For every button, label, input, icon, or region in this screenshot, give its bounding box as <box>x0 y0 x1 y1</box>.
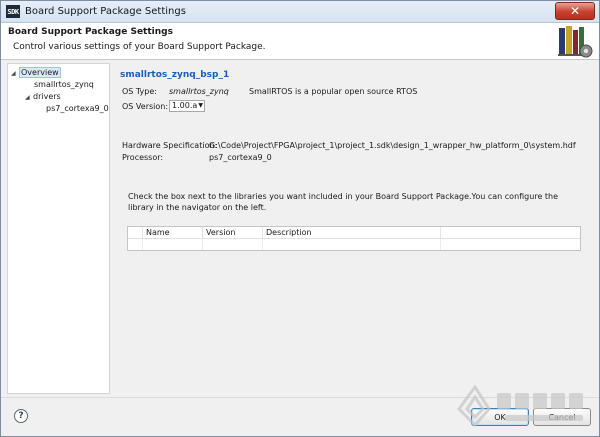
column-header-description[interactable]: Description <box>262 227 440 239</box>
cancel-button[interactable]: Cancel <box>533 408 591 426</box>
hw-spec-label: Hardware Specification: <box>122 141 218 150</box>
processor-value: ps7_cortexa9_0 <box>209 153 272 162</box>
tree-item-label: drivers <box>33 92 61 101</box>
window-title: Board Support Package Settings <box>25 6 186 17</box>
ok-button-label: OK <box>494 412 506 422</box>
app-icon-text: SDK <box>7 7 19 16</box>
tree-item-label: ps7_cortexa9_0 <box>46 104 109 113</box>
column-header-name[interactable]: Name <box>142 227 202 239</box>
os-type-value: smallrtos_zynq <box>169 87 229 96</box>
navigator-tree: ◢ Overview smallrtos_zynq ◢ drivers ps7_co… <box>7 63 110 394</box>
tree-item-drivers[interactable]: ◢ drivers <box>25 91 61 103</box>
chevron-down-icon: ▼ <box>198 102 203 109</box>
close-icon: ✕ <box>569 4 581 18</box>
bsp-name-heading: smallrtos_zynq_bsp_1 <box>120 70 230 80</box>
dialog-content: ◢ Overview smallrtos_zynq ◢ drivers ps7_co… <box>1 61 599 397</box>
close-button[interactable]: ✕ <box>555 2 595 20</box>
libraries-table: Name Version Description <box>127 226 581 251</box>
libraries-hint: Check the box next to the libraries you … <box>128 192 559 212</box>
tree-item-label: smallrtos_zynq <box>34 80 94 89</box>
ok-button[interactable]: OK <box>471 408 529 426</box>
help-icon: ? <box>18 411 24 421</box>
column-header-version[interactable]: Version <box>202 227 262 239</box>
hw-spec-value: G:\Code\Project\FPGA\project_1\project_1… <box>209 141 576 150</box>
tree-item-smallrtos-zynq[interactable]: smallrtos_zynq <box>34 79 94 91</box>
expand-arrow-icon[interactable]: ◢ <box>11 68 19 80</box>
overview-panel: smallrtos_zynq_bsp_1 OS Type: smallrtos_… <box>113 61 597 397</box>
tree-item-overview[interactable]: ◢ Overview <box>11 67 61 79</box>
sdk-app-icon: SDK <box>6 5 20 18</box>
column-divider <box>262 239 263 250</box>
header-title: Board Support Package Settings <box>8 27 173 37</box>
column-divider <box>440 239 441 250</box>
expand-arrow-icon[interactable]: ◢ <box>25 92 33 104</box>
books-gear-icon <box>558 26 593 58</box>
help-button[interactable]: ? <box>14 409 28 423</box>
column-divider <box>142 239 143 250</box>
os-version-dropdown[interactable]: 1.00.a ▼ <box>169 100 205 112</box>
column-header-filler <box>440 227 580 239</box>
cancel-button-label: Cancel <box>548 412 576 422</box>
tree-item-ps7-cortexa9[interactable]: ps7_cortexa9_0 <box>46 103 109 115</box>
title-bar[interactable]: SDK Board Support Package Settings ✕ <box>1 1 599 23</box>
os-version-value: 1.00.a <box>172 101 198 110</box>
tree-item-label: Overview <box>19 67 61 78</box>
os-version-label: OS Version: <box>122 102 169 111</box>
header-description: Control various settings of your Board S… <box>13 42 266 52</box>
os-description: SmallRTOS is a popular open source RTOS <box>249 87 418 96</box>
bsp-settings-dialog: SDK Board Support Package Settings ✕ Boa… <box>0 0 600 437</box>
libraries-table-header: Name Version Description <box>128 227 580 239</box>
dialog-header: Board Support Package Settings Control v… <box>1 23 599 60</box>
dialog-footer: ? OK Cancel <box>1 397 599 436</box>
processor-label: Processor: <box>122 153 164 162</box>
os-type-label: OS Type: <box>122 87 157 96</box>
column-divider <box>202 239 203 250</box>
